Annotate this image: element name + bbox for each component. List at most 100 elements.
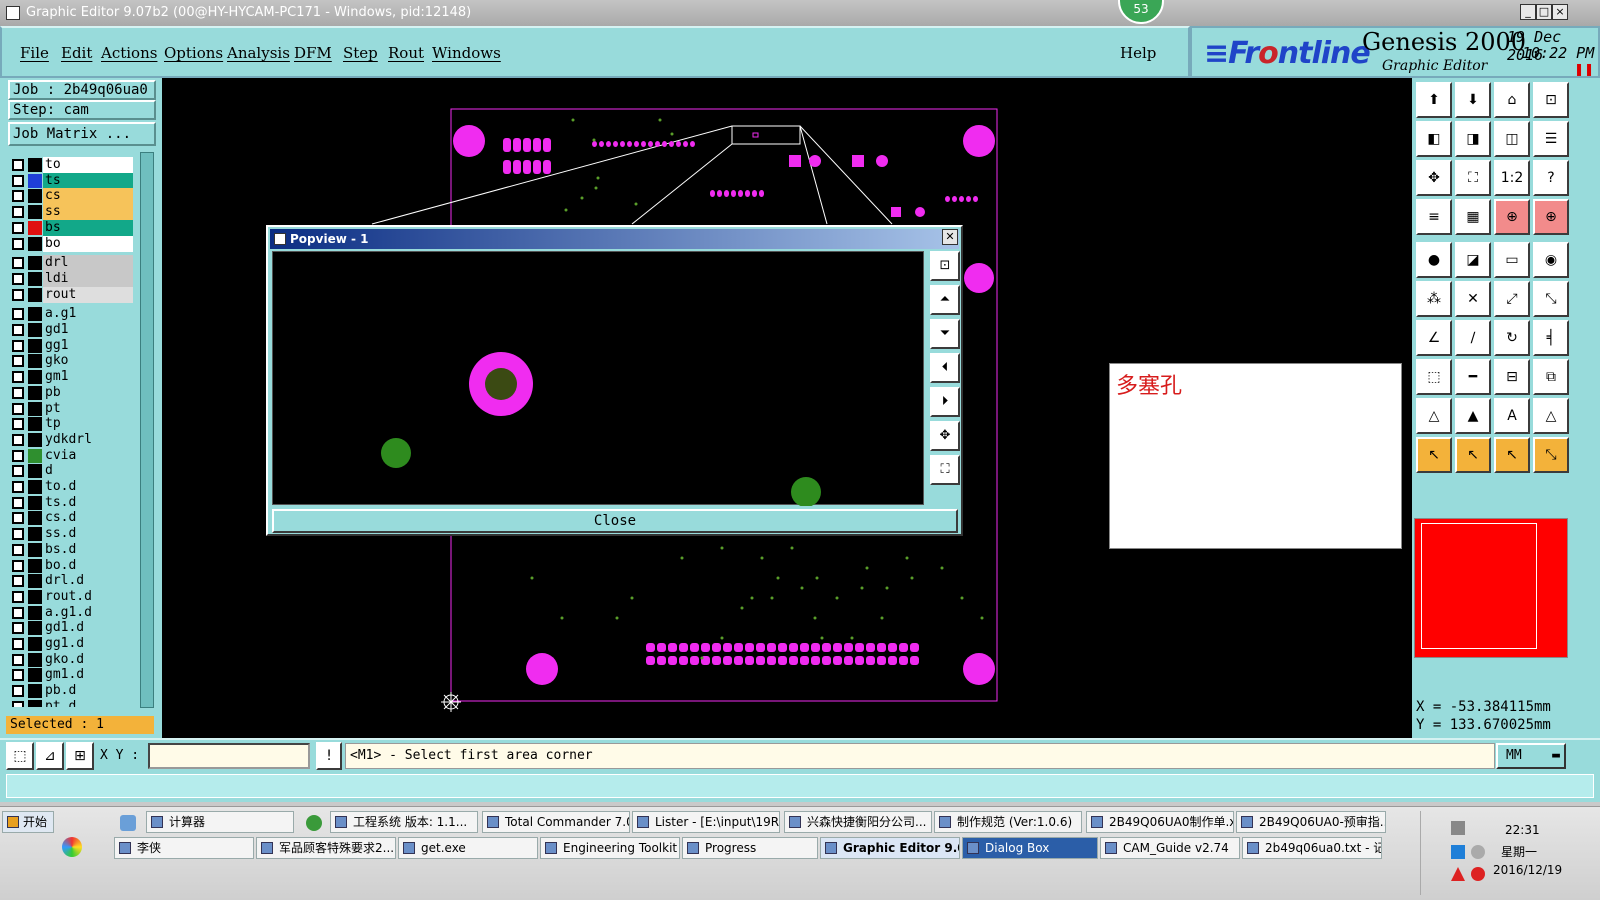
layer-row[interactable]: bs.d — [8, 541, 136, 558]
layer-checkbox[interactable] — [12, 528, 24, 541]
xy-input[interactable] — [148, 743, 310, 769]
layer-checkbox[interactable] — [12, 371, 24, 384]
layer-color-swatch[interactable] — [28, 589, 42, 604]
layer-color-swatch[interactable] — [28, 495, 42, 510]
minus-icon[interactable]: ━ — [1455, 359, 1491, 395]
layer-color-swatch[interactable] — [28, 236, 42, 251]
delete-icon[interactable]: ✕ — [1455, 281, 1491, 317]
step-up-icon[interactable]: ⬆ — [1416, 82, 1452, 118]
ie-icon[interactable] — [306, 815, 322, 831]
select-alt-icon[interactable]: ↖ — [1494, 437, 1530, 473]
popview-pan-right-icon[interactable]: ⏵ — [930, 387, 960, 417]
close-window-button[interactable]: × — [1552, 4, 1568, 20]
transform-icon[interactable]: ⤡ — [1533, 437, 1569, 473]
layer-row[interactable]: to.d — [8, 479, 136, 495]
tray-g-icon[interactable] — [1471, 867, 1485, 881]
layer-checkbox[interactable] — [12, 653, 24, 666]
layer-checkbox[interactable] — [12, 324, 24, 336]
taskbar-item[interactable]: CAM_Guide v2.74 — [1100, 837, 1240, 859]
layer-checkbox[interactable] — [12, 465, 24, 478]
popview-zoom-fit-icon[interactable]: ⊡ — [930, 251, 960, 281]
overview-highlight[interactable] — [1414, 518, 1568, 658]
volume-icon[interactable] — [1471, 845, 1485, 859]
layer-color-swatch[interactable] — [28, 621, 42, 636]
taskbar-item[interactable]: 2B49Q06UA0制作单.xl... — [1086, 811, 1234, 833]
layer-color-swatch[interactable] — [28, 401, 42, 416]
layer-color-swatch[interactable] — [28, 307, 42, 322]
tray-network-icon[interactable] — [1451, 821, 1465, 835]
layer-checkbox[interactable] — [12, 512, 24, 525]
units-select[interactable]: MM ▬ — [1496, 743, 1566, 769]
menu-edit[interactable]: Edit — [61, 44, 92, 62]
popview-close-button[interactable]: Close — [272, 509, 958, 533]
maximize-button[interactable]: □ — [1536, 4, 1552, 20]
layer-row[interactable]: tp — [8, 416, 136, 433]
help-icon[interactable]: ? — [1533, 160, 1569, 196]
layer-row[interactable]: ss — [8, 204, 136, 221]
surface-icon[interactable]: ▲ — [1455, 398, 1491, 434]
layer-row[interactable]: pb — [8, 384, 136, 401]
layer-checkbox[interactable] — [12, 221, 24, 234]
resize-icon[interactable]: ⤡ — [1533, 281, 1569, 317]
mirror-icon[interactable]: ╡ — [1533, 320, 1569, 356]
layer-color-swatch[interactable] — [28, 448, 42, 463]
layer-color-swatch[interactable] — [28, 699, 42, 707]
layer-color-swatch[interactable] — [28, 189, 42, 204]
layer-row[interactable]: pt.d — [8, 698, 136, 707]
pause-icon[interactable]: ❚❚ — [1574, 62, 1594, 76]
layer-row[interactable]: pt — [8, 400, 136, 417]
layer-color-swatch[interactable] — [28, 684, 42, 699]
angle-icon[interactable]: ∠ — [1416, 320, 1452, 356]
layer-color-swatch[interactable] — [28, 338, 42, 353]
zoom-out-icon[interactable]: ⛶ — [1455, 160, 1491, 196]
layer-row[interactable]: bo — [8, 235, 136, 252]
menu-rout[interactable]: Rout — [388, 44, 424, 62]
layer-checkbox[interactable] — [12, 339, 24, 352]
window-titlebar[interactable]: Graphic Editor 9.07b2 (00@HY-HYCAM-PC171… — [0, 0, 1600, 26]
taskbar-item[interactable]: 2B49Q06UA0-预审指... — [1236, 811, 1386, 833]
layer-row[interactable]: d — [8, 463, 136, 480]
pad-icon[interactable]: ● — [1416, 242, 1452, 278]
layer-row[interactable]: ldi — [8, 270, 136, 287]
zoom-window-icon[interactable]: ⊡ — [1533, 82, 1569, 118]
popview-zoom-out-icon[interactable]: ⛶ — [930, 455, 960, 485]
taskbar-item[interactable]: 2b49q06ua0.txt - 记... — [1242, 837, 1382, 859]
split-view-icon[interactable]: ◫ — [1494, 121, 1530, 157]
menu-analysis[interactable]: Analysis — [227, 44, 290, 62]
layer-checkbox[interactable] — [12, 622, 24, 635]
layer-row[interactable]: cs.d — [8, 510, 136, 527]
fill-icon[interactable]: ◪ — [1455, 242, 1491, 278]
layer-row[interactable]: ts — [8, 172, 136, 189]
layer-row[interactable]: rout.d — [8, 588, 136, 605]
taskbar-item[interactable]: Lister - [E:\input\19R3... — [632, 811, 780, 833]
layer-row[interactable]: gd1 — [8, 322, 136, 338]
taskbar-item[interactable]: Progress — [682, 837, 818, 859]
layer-checkbox[interactable] — [12, 257, 24, 270]
layer-color-swatch[interactable] — [28, 542, 42, 557]
menu-options[interactable]: Options — [164, 44, 223, 62]
layer-row[interactable]: gko.d — [8, 651, 136, 668]
layer-checkbox[interactable] — [12, 159, 24, 171]
popview-zoom-in-icon[interactable]: ✥ — [930, 421, 960, 451]
triangle-icon[interactable]: △ — [1416, 398, 1452, 434]
layer-checkbox[interactable] — [12, 237, 24, 250]
menu-file[interactable]: File — [20, 44, 49, 62]
layer-row[interactable]: cvia — [8, 447, 136, 464]
layer-checkbox[interactable] — [12, 638, 24, 650]
layer-checkbox[interactable] — [12, 402, 24, 415]
layer-color-swatch[interactable] — [28, 271, 42, 286]
tray-app-icon[interactable] — [1451, 845, 1465, 859]
layer-checkbox[interactable] — [12, 308, 24, 321]
layer-row[interactable]: gm1 — [8, 369, 136, 386]
taskbar-item[interactable]: 军品顾客特殊要求2... — [256, 837, 396, 859]
taskbar-item[interactable]: Engineering Toolkit 9.... — [540, 837, 680, 859]
layer-color-swatch[interactable] — [28, 205, 42, 220]
layers-icon[interactable]: ☰ — [1533, 121, 1569, 157]
taskbar-item[interactable]: Dialog Box — [962, 837, 1098, 859]
step-down-icon[interactable]: ⬇ — [1455, 82, 1491, 118]
layer-color-swatch[interactable] — [28, 558, 42, 573]
layer-row[interactable]: drl — [8, 255, 136, 272]
snap-icon[interactable]: ⊕ — [1494, 199, 1530, 235]
menu-actions[interactable]: Actions — [101, 44, 157, 62]
menu-step[interactable]: Step — [343, 44, 378, 62]
